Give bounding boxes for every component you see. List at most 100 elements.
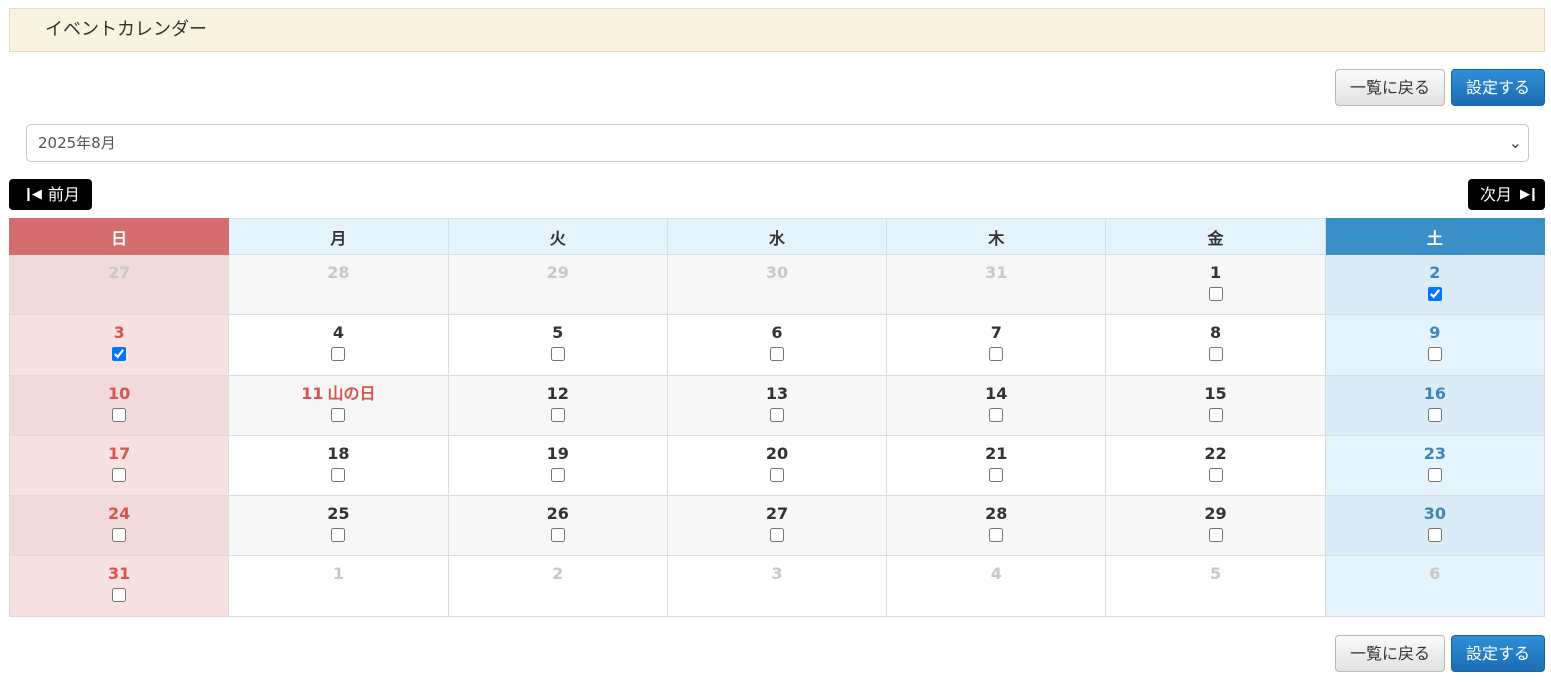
day-number-text: 14 (985, 383, 1008, 403)
day-checkbox[interactable] (112, 407, 127, 422)
day-checkbox[interactable] (769, 528, 784, 543)
calendar-day-cell: 22 (1105, 434, 1326, 497)
day-checkbox[interactable] (331, 347, 346, 362)
day-number: 29 (450, 263, 666, 283)
day-number-text: 5 (1209, 564, 1222, 584)
calendar-day-cell: 4 (886, 555, 1107, 617)
prev-month-label: 前月 (47, 185, 80, 204)
day-number: 6 (669, 323, 885, 343)
calendar-week-row: 31 1 2 3 4 5 6 (8, 555, 1546, 617)
day-number-text: 20 (765, 443, 789, 463)
day-number: 30 (669, 263, 885, 283)
day-checkbox[interactable] (112, 528, 127, 543)
calendar-day-cell: 5 (447, 314, 668, 376)
day-checkbox[interactable] (1427, 467, 1442, 482)
month-select[interactable]: 2025年8月 ⌄ (26, 124, 1529, 162)
day-checkbox[interactable] (1427, 407, 1442, 422)
day-number-text: 2 (552, 564, 564, 584)
save-button[interactable]: 設定する (1450, 69, 1545, 106)
calendar-day-cell: 14 (886, 374, 1107, 436)
day-number-text: 24 (108, 504, 131, 524)
day-checkbox[interactable] (550, 528, 565, 543)
day-number-text: 6 (1429, 564, 1441, 584)
day-number-text: 29 (546, 263, 569, 282)
calendar-day-cell: 11 山の日 (228, 374, 449, 436)
day-number-text: 27 (765, 504, 789, 524)
day-checkbox[interactable] (331, 528, 346, 543)
day-number: 27 (669, 504, 885, 524)
day-number-text: 28 (985, 504, 1008, 524)
day-number-text: 12 (546, 383, 569, 403)
calendar-day-cell: 15 (1105, 374, 1326, 436)
day-number-text: 31 (985, 263, 1008, 282)
prev-month-button[interactable]: ❙◀ 前月 (9, 179, 92, 210)
calendar-week-row: 10 11 山の日 12 13 14 15 16 (8, 374, 1546, 436)
day-checkbox[interactable] (331, 407, 346, 422)
day-number: 14 (888, 384, 1104, 404)
day-checkbox[interactable] (989, 407, 1004, 422)
calendar-day-cell: 1 (1105, 253, 1326, 316)
weekday-header: 火 (447, 218, 668, 255)
day-checkbox[interactable] (1427, 347, 1442, 362)
day-checkbox[interactable] (550, 407, 565, 422)
next-month-button[interactable]: 次月 ▶❙ (1468, 179, 1545, 210)
day-checkbox[interactable] (550, 467, 565, 482)
calendar-day-cell: 24 (8, 495, 230, 557)
day-checkbox[interactable] (550, 347, 565, 362)
day-number: 5 (450, 323, 666, 343)
calendar-day-cell: 18 (228, 434, 449, 497)
calendar-day-cell: 27 (8, 253, 230, 316)
day-number-text: 30 (765, 263, 789, 282)
day-number: 28 (230, 263, 446, 283)
day-number: 30 (1327, 504, 1543, 524)
weekday-header: 日 (8, 218, 230, 255)
day-number-text: 13 (765, 383, 789, 403)
back-to-list-button[interactable]: 一覧に戻る (1334, 69, 1445, 106)
day-checkbox[interactable] (989, 347, 1004, 362)
calendar-day-cell: 30 (1324, 495, 1546, 557)
day-number: 27 (11, 263, 227, 283)
day-number-text: 28 (327, 263, 350, 282)
day-checkbox[interactable] (331, 467, 346, 482)
day-number-text: 9 (1429, 323, 1441, 343)
day-number: 17 (11, 444, 227, 464)
day-number: 22 (1107, 444, 1323, 464)
day-number: 3 (669, 564, 885, 584)
calendar-day-cell: 13 (666, 374, 888, 436)
day-checkbox[interactable] (1208, 528, 1223, 543)
day-number-text: 3 (771, 564, 783, 584)
calendar-day-cell: 3 (8, 314, 230, 376)
day-number-text: 31 (108, 564, 131, 584)
calendar-day-cell: 28 (228, 253, 449, 316)
day-number-text: 26 (546, 504, 569, 524)
day-number: 9 (1327, 323, 1543, 343)
back-to-list-button[interactable]: 一覧に戻る (1334, 635, 1445, 672)
day-checkbox[interactable] (112, 347, 127, 362)
calendar-day-cell: 27 (666, 495, 888, 557)
day-checkbox[interactable] (112, 588, 127, 603)
day-checkbox[interactable] (1208, 347, 1223, 362)
day-checkbox[interactable] (989, 528, 1004, 543)
calendar-day-cell: 23 (1324, 434, 1546, 497)
day-checkbox[interactable] (1208, 407, 1223, 422)
day-number-text: 18 (327, 443, 350, 463)
day-checkbox[interactable] (989, 467, 1004, 482)
day-checkbox[interactable] (112, 467, 127, 482)
day-number-text: 23 (1423, 443, 1446, 463)
day-number-text: 11 (301, 383, 324, 403)
day-checkbox[interactable] (1427, 287, 1442, 301)
day-checkbox[interactable] (1208, 287, 1223, 301)
day-checkbox[interactable] (769, 407, 784, 422)
day-number: 13 (669, 384, 885, 404)
day-number: 23 (1327, 444, 1543, 464)
day-checkbox[interactable] (769, 467, 784, 482)
day-checkbox[interactable] (1208, 467, 1223, 482)
next-month-label: 次月 (1480, 185, 1513, 204)
save-button[interactable]: 設定する (1450, 635, 1545, 672)
day-checkbox[interactable] (769, 347, 784, 362)
calendar-week-row: 17 18 19 20 21 22 23 (8, 434, 1546, 497)
calendar-day-cell: 6 (1324, 555, 1546, 617)
calendar-week-row: 24 25 26 27 28 29 30 (8, 495, 1546, 557)
weekday-header: 木 (886, 218, 1107, 255)
day-checkbox[interactable] (1427, 528, 1442, 543)
